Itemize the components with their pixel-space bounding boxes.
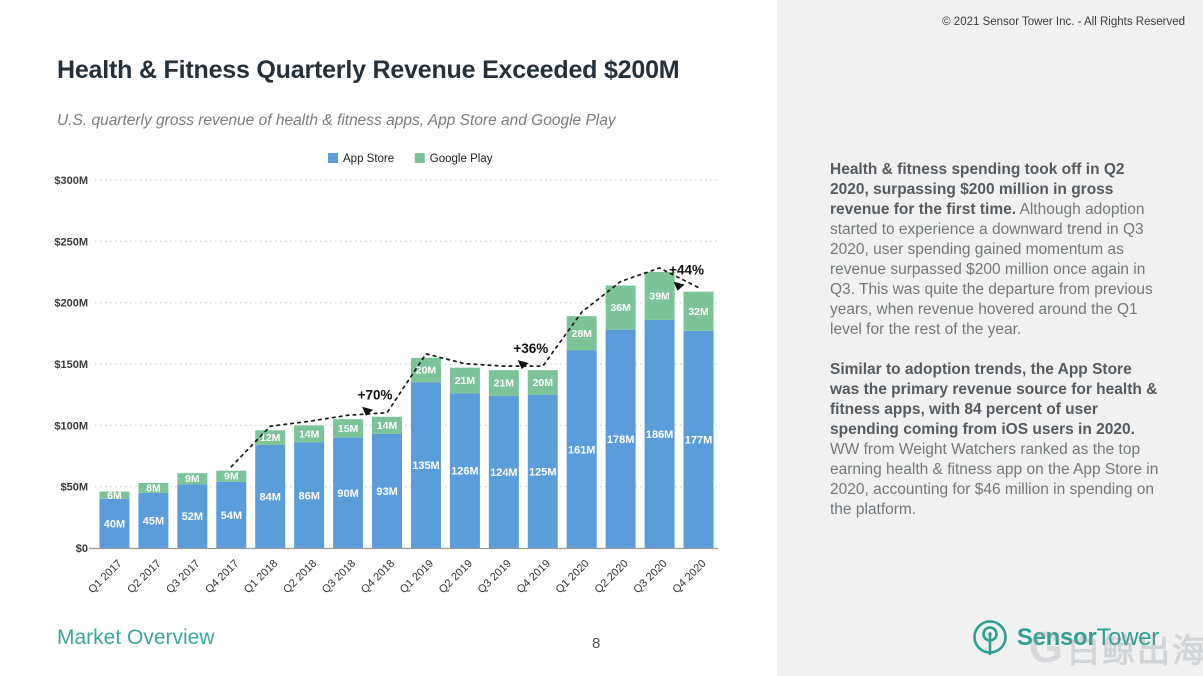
sensortower-logo-text: SensorTower	[1017, 624, 1159, 652]
legend-label: App Store	[343, 153, 394, 165]
bar-value-appstore: 161M	[568, 444, 596, 456]
x-tick-label: Q3 2020	[631, 558, 669, 596]
y-tick-label: $250M	[54, 236, 88, 248]
x-tick-label: Q4 2020	[670, 558, 708, 596]
bar-value-googleplay: 36M	[610, 302, 631, 314]
x-tick-label: Q2 2018	[281, 558, 319, 596]
y-tick-label: $0	[76, 543, 88, 555]
trend-arrowhead	[362, 407, 373, 416]
bar-value-googleplay: 20M	[416, 365, 437, 377]
y-tick-label: $100M	[54, 420, 88, 432]
x-tick-label: Q1 2019	[398, 558, 436, 596]
bar-value-googleplay: 39M	[649, 290, 670, 302]
y-tick-label: $50M	[60, 482, 88, 494]
y-tick-label: $300M	[54, 175, 88, 187]
paragraph-2-body: WW from Weight Watchers ranked as the to…	[830, 441, 1158, 518]
bar-value-appstore: 84M	[260, 491, 281, 503]
trend-arrowhead	[674, 282, 685, 291]
legend-label: Google Play	[430, 153, 493, 165]
bar-value-googleplay: 12M	[260, 432, 281, 444]
x-tick-label: Q2 2017	[125, 558, 163, 596]
x-tick-label: Q2 2020	[592, 558, 630, 596]
commentary-paragraph-2: Similar to adoption trends, the App Stor…	[830, 360, 1164, 520]
commentary-panel: © 2021 Sensor Tower Inc. - All Rights Re…	[777, 0, 1203, 676]
bar-value-googleplay: 9M	[185, 473, 200, 485]
bar-value-appstore: 86M	[298, 490, 319, 502]
bar-value-appstore: 177M	[685, 434, 713, 446]
x-tick-label: Q3 2019	[476, 558, 514, 596]
bar-value-appstore: 45M	[143, 515, 164, 527]
bars: 40M 6M Q1 2017 45M 8M Q2 2017 52M 9M Q3 2017 54M 9…	[86, 272, 713, 596]
sensortower-logo: SensorTower	[970, 618, 1159, 658]
bar-value-googleplay: 21M	[455, 375, 476, 387]
slide-canvas: Health & Fitness Quarterly Revenue Excee…	[0, 0, 1203, 676]
bar-value-googleplay: 14M	[377, 420, 398, 432]
bar-value-googleplay: 15M	[338, 423, 359, 435]
bar-value-appstore: 186M	[646, 429, 674, 441]
bar-value-googleplay: 14M	[299, 428, 320, 440]
chart-legend: App Store Google Play	[328, 153, 493, 165]
y-tick-label: $200M	[54, 298, 88, 310]
bar-value-appstore: 93M	[376, 486, 397, 498]
copyright-text: © 2021 Sensor Tower Inc. - All Rights Re…	[942, 16, 1185, 28]
bar-value-appstore: 90M	[337, 488, 358, 500]
bar-value-appstore: 124M	[490, 467, 518, 479]
x-tick-label: Q1 2017	[86, 558, 124, 596]
page-title: Health & Fitness Quarterly Revenue Excee…	[57, 56, 679, 85]
x-tick-label: Q3 2017	[164, 558, 202, 596]
x-tick-label: Q4 2019	[515, 558, 553, 596]
bar-value-appstore: 54M	[221, 510, 242, 522]
bar-value-googleplay: 8M	[146, 482, 161, 494]
growth-annotation: +44%	[669, 263, 704, 278]
bar-value-appstore: 40M	[104, 518, 125, 530]
x-tick-label: Q1 2018	[242, 558, 280, 596]
y-tick-label: $150M	[54, 359, 88, 371]
commentary-paragraph-1: Health & fitness spending took off in Q2…	[830, 160, 1164, 340]
x-tick-label: Q1 2020	[554, 558, 592, 596]
trend-arrowhead	[518, 360, 529, 369]
bar-value-appstore: 178M	[607, 434, 635, 446]
growth-annotation: +70%	[358, 388, 393, 403]
page-number: 8	[592, 635, 600, 652]
bar-value-googleplay: 21M	[494, 378, 515, 390]
paragraph-1-body: Although adoption started to experience …	[830, 201, 1153, 338]
bar-value-googleplay: 9M	[224, 471, 239, 483]
x-tick-label: Q4 2017	[203, 558, 241, 596]
x-tick-label: Q3 2018	[320, 558, 358, 596]
paragraph-2-lead: Similar to adoption trends, the App Stor…	[830, 361, 1157, 438]
revenue-stacked-bar-chart: $0 $50M $100M $150M $200M $250M $300M App Store…	[40, 140, 730, 610]
bar-value-googleplay: 6M	[107, 490, 122, 502]
growth-annotation: +36%	[513, 341, 548, 356]
chart-svg: $0 $50M $100M $150M $200M $250M $300M App Store…	[40, 140, 730, 610]
bar-value-appstore: 135M	[412, 460, 440, 472]
commentary-text: Health & fitness spending took off in Q2…	[830, 160, 1164, 540]
x-tick-label: Q4 2018	[359, 558, 397, 596]
section-label: Market Overview	[57, 626, 215, 650]
chart-subtitle: U.S. quarterly gross revenue of health &…	[57, 112, 616, 130]
sensortower-logo-icon	[970, 618, 1010, 658]
bar-value-appstore: 52M	[182, 511, 203, 523]
bar-value-appstore: 126M	[451, 466, 479, 478]
bar-value-appstore: 125M	[529, 466, 557, 478]
bar-value-googleplay: 32M	[688, 306, 709, 318]
bar-value-googleplay: 20M	[533, 377, 554, 389]
x-tick-label: Q2 2019	[437, 558, 475, 596]
bar-value-googleplay: 28M	[572, 328, 593, 340]
